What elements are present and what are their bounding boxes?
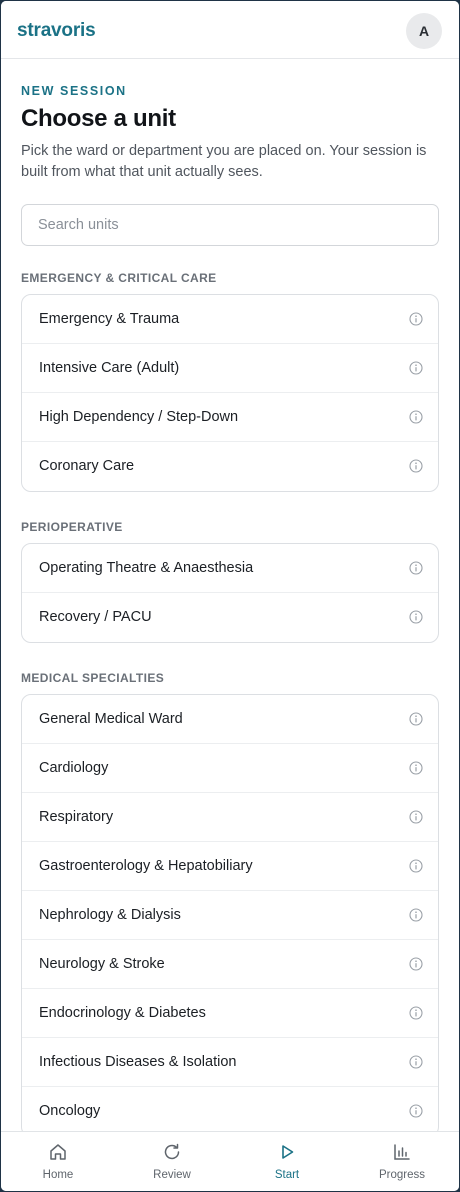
unit-row[interactable]: Gastroenterology & Hepatobiliary bbox=[22, 842, 438, 891]
page-subtitle: Pick the ward or department you are plac… bbox=[21, 143, 427, 180]
section-label-perioperative: PERIOPERATIVE bbox=[21, 520, 123, 534]
search-box bbox=[21, 204, 439, 246]
unit-label: Infectious Diseases & Isolation bbox=[39, 1054, 237, 1070]
info-icon[interactable] bbox=[409, 761, 423, 775]
info-icon[interactable] bbox=[409, 610, 423, 624]
brand-logo[interactable]: stravoris bbox=[17, 20, 96, 42]
nav-item-start[interactable]: Start bbox=[230, 1132, 344, 1191]
info-icon[interactable] bbox=[409, 1055, 423, 1069]
unit-label: Coronary Care bbox=[39, 458, 135, 474]
unit-label: Respiratory bbox=[39, 809, 114, 825]
bar-chart-icon bbox=[394, 1144, 410, 1160]
unit-row[interactable]: Emergency & Trauma bbox=[22, 295, 438, 344]
app-frame: stravoris A NEW SESSION Choose a unit Pi… bbox=[1, 1, 459, 1191]
nav-label: Review bbox=[153, 1169, 191, 1181]
page-title: Choose a unit bbox=[21, 105, 176, 132]
unit-list-medical: General Medical Ward Cardiology Respirat… bbox=[21, 694, 439, 1131]
refresh-icon bbox=[164, 1143, 180, 1160]
unit-label: Gastroenterology & Hepatobiliary bbox=[39, 858, 253, 874]
unit-label: Neurology & Stroke bbox=[39, 956, 165, 972]
info-icon[interactable] bbox=[409, 712, 423, 726]
unit-row[interactable]: Cardiology bbox=[22, 744, 438, 793]
home-icon bbox=[50, 1144, 66, 1160]
unit-label: Intensive Care (Adult) bbox=[39, 360, 180, 376]
unit-label: High Dependency / Step-Down bbox=[39, 409, 239, 425]
info-icon[interactable] bbox=[409, 908, 423, 922]
nav-item-progress[interactable]: Progress bbox=[345, 1132, 459, 1191]
unit-row[interactable]: Operating Theatre & Anaesthesia bbox=[22, 544, 438, 593]
unit-row[interactable]: General Medical Ward bbox=[22, 695, 438, 744]
unit-list-emergency: Emergency & Trauma Intensive Care (Adult… bbox=[21, 294, 439, 492]
nav-label: Start bbox=[274, 1169, 300, 1181]
unit-row[interactable]: Coronary Care bbox=[22, 442, 438, 491]
unit-row[interactable]: High Dependency / Step-Down bbox=[22, 393, 438, 442]
unit-label: Recovery / PACU bbox=[39, 609, 152, 625]
info-icon[interactable] bbox=[409, 312, 423, 326]
unit-label: Emergency & Trauma bbox=[39, 311, 180, 327]
unit-row[interactable]: Neurology & Stroke bbox=[22, 940, 438, 989]
page-eyebrow: NEW SESSION bbox=[21, 84, 127, 98]
unit-row[interactable]: Respiratory bbox=[22, 793, 438, 842]
top-bar: stravoris A bbox=[1, 1, 459, 59]
unit-row[interactable]: Oncology bbox=[22, 1087, 438, 1131]
info-icon[interactable] bbox=[409, 459, 423, 473]
unit-row[interactable]: Intensive Care (Adult) bbox=[22, 344, 438, 393]
unit-label: Cardiology bbox=[39, 760, 109, 776]
unit-row[interactable]: Infectious Diseases & Isolation bbox=[22, 1038, 438, 1087]
unit-row[interactable]: Nephrology & Dialysis bbox=[22, 891, 438, 940]
info-icon[interactable] bbox=[409, 1104, 423, 1118]
unit-label: Endocrinology & Diabetes bbox=[39, 1005, 206, 1021]
info-icon[interactable] bbox=[409, 1006, 423, 1020]
info-icon[interactable] bbox=[409, 410, 423, 424]
unit-label: General Medical Ward bbox=[39, 711, 183, 727]
unit-label: Operating Theatre & Anaesthesia bbox=[39, 560, 254, 576]
section-label-medical: MEDICAL SPECIALTIES bbox=[21, 671, 165, 685]
info-icon[interactable] bbox=[409, 957, 423, 971]
main-content: NEW SESSION Choose a unit Pick the ward … bbox=[1, 60, 459, 1131]
info-icon[interactable] bbox=[409, 361, 423, 375]
nav-label: Progress bbox=[378, 1169, 426, 1181]
info-icon[interactable] bbox=[409, 859, 423, 873]
info-icon[interactable] bbox=[409, 810, 423, 824]
info-icon[interactable] bbox=[409, 561, 423, 575]
nav-item-review[interactable]: Review bbox=[115, 1132, 229, 1191]
unit-label: Oncology bbox=[39, 1103, 101, 1119]
unit-row[interactable]: Endocrinology & Diabetes bbox=[22, 989, 438, 1038]
unit-label: Nephrology & Dialysis bbox=[39, 907, 181, 923]
bottom-nav: Home Review Start Progress bbox=[1, 1131, 459, 1191]
nav-item-home[interactable]: Home bbox=[1, 1132, 115, 1191]
unit-list-perioperative: Operating Theatre & Anaesthesia Recovery… bbox=[21, 543, 439, 643]
avatar[interactable]: A bbox=[406, 13, 442, 49]
section-label-emergency: EMERGENCY & CRITICAL CARE bbox=[21, 271, 217, 285]
nav-label: Home bbox=[42, 1169, 74, 1181]
play-icon bbox=[282, 1145, 294, 1159]
unit-row[interactable]: Recovery / PACU bbox=[22, 593, 438, 642]
search-input[interactable] bbox=[22, 205, 438, 245]
